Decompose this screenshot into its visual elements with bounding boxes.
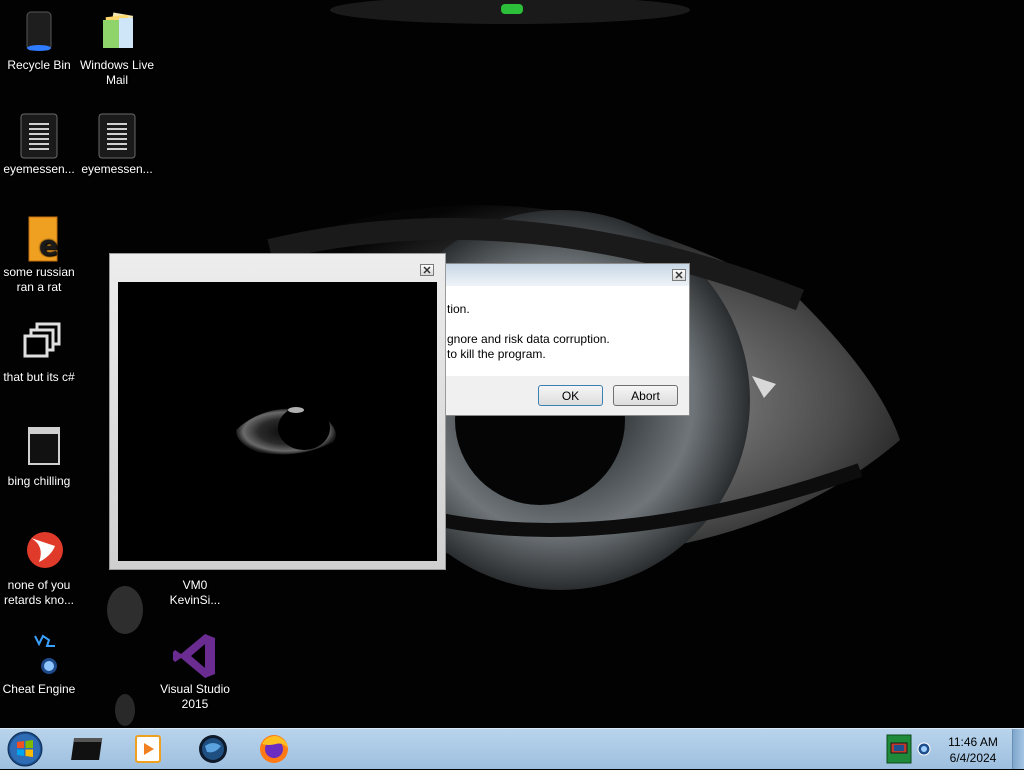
tray-network-icon[interactable] (916, 741, 932, 757)
desktop-icon-visual-studio-2015[interactable]: Visual Studio 2015 (156, 632, 234, 712)
taskbar-app-globe[interactable] (195, 732, 231, 766)
taskbar-app-firefox[interactable] (256, 732, 292, 766)
close-icon (423, 266, 431, 274)
desktop-icon-label: that but its c# (3, 370, 75, 384)
error-dialog-close-button[interactable] (672, 269, 686, 281)
taskbar-app-cmd[interactable] (71, 732, 107, 766)
eye-image (118, 282, 437, 561)
image-window-close-button[interactable] (420, 264, 434, 276)
desktop-icon-label: Visual Studio 2015 (160, 682, 230, 711)
taskbar-app-media-player[interactable] (130, 732, 166, 766)
media-player-icon (135, 735, 161, 763)
desktop-icon-cheat-engine[interactable]: Cheat Engine (0, 632, 78, 697)
desktop-icon-label: none of you retards kno... (3, 578, 75, 607)
text-file-icon (15, 112, 63, 160)
recycle-bin-icon (15, 8, 63, 56)
image-window-titlebar[interactable] (110, 254, 445, 280)
clock-date: 6/4/2024 (949, 751, 997, 765)
desktop-icon-label: eyemessen... (81, 162, 153, 176)
java-file-icon: e (15, 215, 63, 263)
desktop-icon-label: eyemessen... (3, 162, 75, 176)
firefox-icon (260, 735, 288, 763)
desktop-icon-label: Windows Live Mail (79, 58, 155, 87)
desktop-icon-label: bing chilling (7, 474, 71, 488)
abort-button[interactable]: Abort (613, 385, 678, 406)
red-globe-icon (15, 528, 63, 576)
windows-stack-icon (15, 320, 63, 368)
image-window (109, 253, 446, 570)
error-message-line-2: gnore and risk data corruption. (447, 332, 610, 346)
mail-icon (93, 8, 141, 56)
ok-button[interactable]: OK (538, 385, 603, 406)
green-app-icon (886, 734, 912, 764)
globe-icon (199, 735, 227, 763)
text-file-icon (93, 112, 141, 160)
network-globe-icon (917, 742, 931, 756)
svg-text:e: e (39, 229, 58, 262)
desktop-icon-windows-live-mail[interactable]: Windows Live Mail (78, 8, 156, 88)
cmd-icon (15, 424, 63, 472)
cheat-engine-icon (15, 632, 63, 680)
desktop-icon-eyemessen-1[interactable]: eyemessen... (0, 112, 78, 177)
error-message-line-1: tion. (447, 302, 470, 316)
cmd-icon (71, 738, 103, 760)
desktop-icon-bing-chilling[interactable]: bing chilling (0, 424, 78, 489)
desktop-icon-some-russian-ran-a-rat[interactable]: e some russian ran a rat (0, 215, 78, 295)
desktop-icon-none-of-you[interactable]: none of you retards kno... (0, 528, 78, 608)
error-dialog: tion. gnore and risk data corruption. to… (440, 263, 690, 416)
taskbar: 11:46 AM 6/4/2024 (0, 728, 1024, 769)
error-dialog-body: tion. gnore and risk data corruption. to… (441, 286, 689, 376)
taskbar-clock[interactable]: 11:46 AM 6/4/2024 (938, 734, 1008, 766)
close-icon (675, 271, 683, 279)
desktop-icon-label: some russian ran a rat (3, 265, 75, 294)
desktop-icon-eyemessen-2[interactable]: eyemessen... (78, 112, 156, 177)
desktop-icon-label: Cheat Engine (2, 682, 76, 696)
desktop-icon-label: Recycle Bin (7, 58, 71, 72)
show-desktop-button[interactable] (1012, 729, 1024, 769)
desktop-icon-label: VM0 KevinSi... (169, 578, 221, 607)
tray-app-icon[interactable] (886, 733, 912, 765)
error-dialog-titlebar[interactable] (441, 264, 689, 286)
desktop-icon-that-but-its-csharp[interactable]: that but its c# (0, 320, 78, 385)
desktop-icon-recycle-bin[interactable]: Recycle Bin (0, 8, 78, 73)
visual-studio-icon (171, 632, 219, 680)
error-message-line-3: to kill the program. (447, 347, 546, 361)
start-button[interactable] (6, 731, 44, 767)
clock-time: 11:46 AM (948, 735, 998, 749)
windows-logo-icon (7, 731, 43, 767)
